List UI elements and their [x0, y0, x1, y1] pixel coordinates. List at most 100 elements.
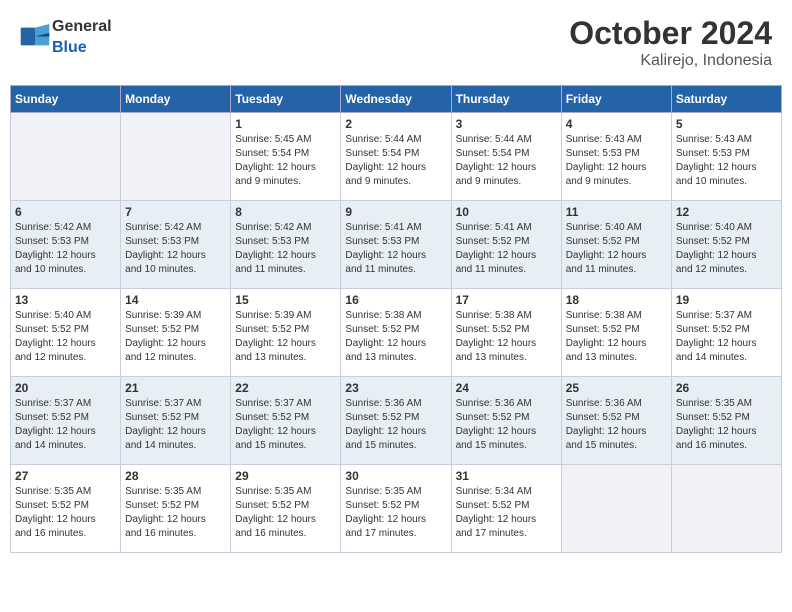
day-number: 28	[125, 469, 226, 483]
day-number: 2	[345, 117, 446, 131]
calendar-cell: 6 Sunrise: 5:42 AM Sunset: 5:53 PM Daylig…	[11, 201, 121, 289]
cell-content: Sunrise: 5:45 AM Sunset: 5:54 PM Dayligh…	[235, 133, 336, 189]
week-row-2: 6 Sunrise: 5:42 AM Sunset: 5:53 PM Daylig…	[11, 201, 782, 289]
day-number: 24	[456, 381, 557, 395]
logo: General Blue	[20, 15, 112, 57]
day-number: 14	[125, 293, 226, 307]
cell-content: Sunrise: 5:44 AM Sunset: 5:54 PM Dayligh…	[345, 133, 446, 189]
day-number: 26	[676, 381, 777, 395]
day-number: 6	[15, 205, 116, 219]
calendar-cell: 20Sunrise: 5:37 AM Sunset: 5:52 PM Dayli…	[11, 377, 121, 465]
cell-content: Sunrise: 5:36 AM Sunset: 5:52 PM Dayligh…	[456, 397, 557, 453]
cell-content: Sunrise: 5:42 AM Sunset: 5:53 PM Dayligh…	[15, 221, 116, 277]
day-number: 1	[235, 117, 336, 131]
cell-content: Sunrise: 5:42 AM Sunset: 5:53 PM Dayligh…	[235, 221, 336, 277]
calendar-cell: 17 Sunrise: 5:38 AM Sunset: 5:52 PM Dayli…	[451, 289, 561, 377]
cell-content: Sunrise: 5:37 AM Sunset: 5:52 PM Dayligh…	[676, 309, 777, 365]
weekday-header-tuesday: Tuesday	[231, 86, 341, 113]
calendar-cell: 10 Sunrise: 5:41 AM Sunset: 5:52 PM Dayli…	[451, 201, 561, 289]
day-number: 29	[235, 469, 336, 483]
cell-content: Sunrise: 5:40 AM Sunset: 5:52 PM Dayligh…	[15, 309, 116, 365]
calendar-cell: 3 Sunrise: 5:44 AM Sunset: 5:54 PM Daylig…	[451, 113, 561, 201]
calendar-cell: 29 Sunrise: 5:35 AM Sunset: 5:52 PM Dayli…	[231, 465, 341, 553]
calendar-cell: 31Sunrise: 5:34 AM Sunset: 5:52 PM Dayli…	[451, 465, 561, 553]
day-number: 13	[15, 293, 116, 307]
page-header: General Blue October 2024 Kalirejo, Indo…	[10, 10, 782, 75]
day-number: 4	[566, 117, 667, 131]
cell-content: Sunrise: 5:38 AM Sunset: 5:52 PM Dayligh…	[345, 309, 446, 365]
week-row-1: 1 Sunrise: 5:45 AM Sunset: 5:54 PM Daylig…	[11, 113, 782, 201]
calendar-cell: 27 Sunrise: 5:35 AM Sunset: 5:52 PM Dayli…	[11, 465, 121, 553]
week-row-5: 27 Sunrise: 5:35 AM Sunset: 5:52 PM Dayli…	[11, 465, 782, 553]
calendar-cell: 7Sunrise: 5:42 AM Sunset: 5:53 PM Daylig…	[121, 201, 231, 289]
calendar-cell: 13 Sunrise: 5:40 AM Sunset: 5:52 PM Dayli…	[11, 289, 121, 377]
weekday-header-row: SundayMondayTuesdayWednesdayThursdayFrid…	[11, 86, 782, 113]
cell-content: Sunrise: 5:36 AM Sunset: 5:52 PM Dayligh…	[566, 397, 667, 453]
day-number: 20	[15, 381, 116, 395]
calendar-cell: 26 Sunrise: 5:35 AM Sunset: 5:52 PM Dayli…	[671, 377, 781, 465]
weekday-header-thursday: Thursday	[451, 86, 561, 113]
cell-content: Sunrise: 5:44 AM Sunset: 5:54 PM Dayligh…	[456, 133, 557, 189]
cell-content: Sunrise: 5:35 AM Sunset: 5:52 PM Dayligh…	[345, 485, 446, 541]
cell-content: Sunrise: 5:37 AM Sunset: 5:52 PM Dayligh…	[125, 397, 226, 453]
cell-content: Sunrise: 5:43 AM Sunset: 5:53 PM Dayligh…	[676, 133, 777, 189]
day-number: 19	[676, 293, 777, 307]
day-number: 12	[676, 205, 777, 219]
day-number: 18	[566, 293, 667, 307]
cell-content: Sunrise: 5:35 AM Sunset: 5:52 PM Dayligh…	[676, 397, 777, 453]
calendar-cell: 11 Sunrise: 5:40 AM Sunset: 5:52 PM Dayli…	[561, 201, 671, 289]
day-number: 10	[456, 205, 557, 219]
day-number: 25	[566, 381, 667, 395]
cell-content: Sunrise: 5:41 AM Sunset: 5:53 PM Dayligh…	[345, 221, 446, 277]
cell-content: Sunrise: 5:36 AM Sunset: 5:52 PM Dayligh…	[345, 397, 446, 453]
day-number: 8	[235, 205, 336, 219]
day-number: 15	[235, 293, 336, 307]
week-row-4: 20 Sunrise: 5:37 AM Sunset: 5:52 PM Dayli…	[11, 377, 782, 465]
calendar-cell: 23 Sunrise: 5:36 AM Sunset: 5:52 PM Dayli…	[341, 377, 451, 465]
cell-content: Sunrise: 5:39 AM Sunset: 5:52 PM Dayligh…	[125, 309, 226, 365]
weekday-header-friday: Friday	[561, 86, 671, 113]
cell-content: Sunrise: 5:37 AM Sunset: 5:52 PM Dayligh…	[235, 397, 336, 453]
cell-content: Sunrise: 5:39 AM Sunset: 5:52 PM Dayligh…	[235, 309, 336, 365]
cell-content: Sunrise: 5:35 AM Sunset: 5:52 PM Dayligh…	[235, 485, 336, 541]
logo-blue-text: Blue	[52, 39, 87, 56]
calendar-cell: 2 Sunrise: 5:44 AM Sunset: 5:54 PM Daylig…	[341, 113, 451, 201]
calendar-cell: 22 Sunrise: 5:37 AM Sunset: 5:52 PM Dayli…	[231, 377, 341, 465]
day-number: 22	[235, 381, 336, 395]
day-number: 3	[456, 117, 557, 131]
location-title: Kalirejo, Indonesia	[569, 52, 772, 70]
cell-content: Sunrise: 5:38 AM Sunset: 5:52 PM Dayligh…	[566, 309, 667, 365]
cell-content: Sunrise: 5:42 AM Sunset: 5:53 PM Dayligh…	[125, 221, 226, 277]
calendar-cell: 19 Sunrise: 5:37 AM Sunset: 5:52 PM Dayli…	[671, 289, 781, 377]
week-row-3: 13 Sunrise: 5:40 AM Sunset: 5:52 PM Dayli…	[11, 289, 782, 377]
calendar-header: SundayMondayTuesdayWednesdayThursdayFrid…	[11, 86, 782, 113]
cell-content: Sunrise: 5:38 AM Sunset: 5:52 PM Dayligh…	[456, 309, 557, 365]
day-number: 23	[345, 381, 446, 395]
weekday-header-sunday: Sunday	[11, 86, 121, 113]
calendar-cell	[561, 465, 671, 553]
calendar-cell: 5Sunrise: 5:43 AM Sunset: 5:53 PM Daylig…	[671, 113, 781, 201]
calendar-cell: 14 Sunrise: 5:39 AM Sunset: 5:52 PM Dayli…	[121, 289, 231, 377]
day-number: 27	[15, 469, 116, 483]
weekday-header-monday: Monday	[121, 86, 231, 113]
cell-content: Sunrise: 5:40 AM Sunset: 5:52 PM Dayligh…	[566, 221, 667, 277]
calendar-cell: 28 Sunrise: 5:35 AM Sunset: 5:52 PM Dayli…	[121, 465, 231, 553]
cell-content: Sunrise: 5:41 AM Sunset: 5:52 PM Dayligh…	[456, 221, 557, 277]
cell-content: Sunrise: 5:35 AM Sunset: 5:52 PM Dayligh…	[125, 485, 226, 541]
weekday-header-wednesday: Wednesday	[341, 86, 451, 113]
calendar-cell: 16Sunrise: 5:38 AM Sunset: 5:52 PM Dayli…	[341, 289, 451, 377]
calendar-cell: 9 Sunrise: 5:41 AM Sunset: 5:53 PM Daylig…	[341, 201, 451, 289]
month-title: October 2024	[569, 15, 772, 52]
calendar-cell: 24 Sunrise: 5:36 AM Sunset: 5:52 PM Dayli…	[451, 377, 561, 465]
calendar-cell: 15 Sunrise: 5:39 AM Sunset: 5:52 PM Dayli…	[231, 289, 341, 377]
calendar-cell: 4Sunrise: 5:43 AM Sunset: 5:53 PM Daylig…	[561, 113, 671, 201]
day-number: 9	[345, 205, 446, 219]
cell-content: Sunrise: 5:35 AM Sunset: 5:52 PM Dayligh…	[15, 485, 116, 541]
day-number: 21	[125, 381, 226, 395]
calendar-cell	[11, 113, 121, 201]
day-number: 11	[566, 205, 667, 219]
day-number: 17	[456, 293, 557, 307]
title-section: October 2024 Kalirejo, Indonesia	[569, 15, 772, 70]
calendar-cell: 1 Sunrise: 5:45 AM Sunset: 5:54 PM Daylig…	[231, 113, 341, 201]
cell-content: Sunrise: 5:40 AM Sunset: 5:52 PM Dayligh…	[676, 221, 777, 277]
